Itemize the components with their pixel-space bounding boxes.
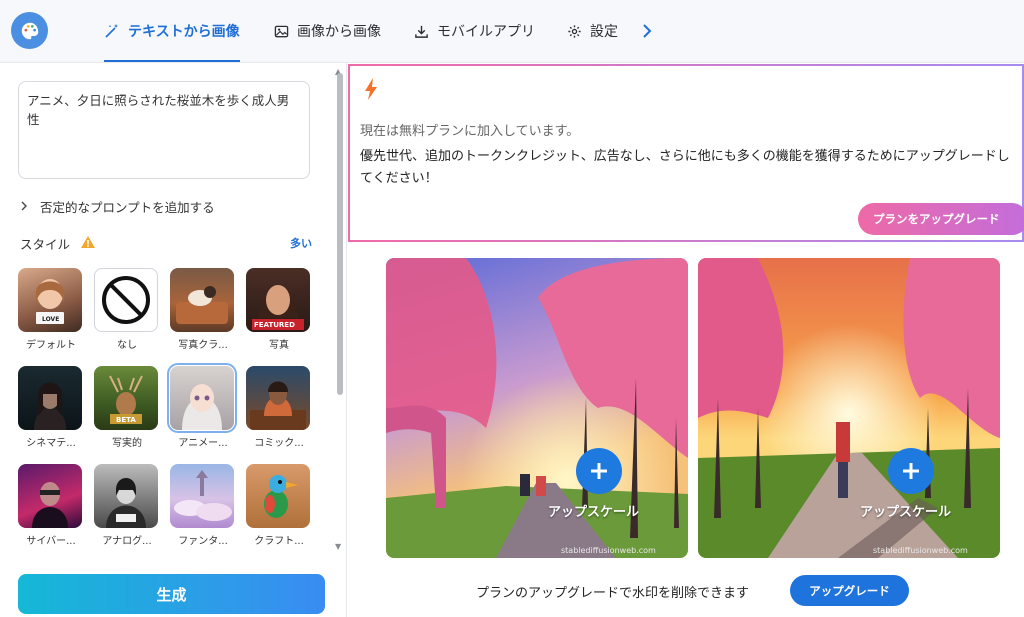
warning-icon[interactable] bbox=[80, 235, 96, 252]
style-badge: LOVE bbox=[42, 316, 60, 323]
style-item-cyberpunk[interactable]: サイバー... bbox=[18, 464, 84, 548]
style-label: クラフト... bbox=[254, 536, 304, 547]
style-item-default[interactable]: LOVE デフォルト bbox=[18, 268, 84, 352]
tab-label: モバイルアプリ bbox=[437, 24, 535, 40]
style-label: シネマテ... bbox=[26, 438, 76, 449]
style-label: コミック... bbox=[254, 438, 304, 449]
style-label: なし bbox=[117, 340, 137, 351]
gear-icon bbox=[567, 24, 582, 39]
style-label: 写実的 bbox=[112, 438, 142, 449]
style-item-photo-classic[interactable]: 写真クラ... bbox=[170, 268, 236, 352]
upgrade-button[interactable]: アップグレード bbox=[790, 575, 909, 606]
upscale-label[interactable]: アップスケール bbox=[548, 501, 639, 520]
lightning-icon bbox=[364, 78, 378, 104]
style-thumb bbox=[18, 366, 82, 430]
style-label: ファンタ... bbox=[178, 536, 228, 547]
result-image-1[interactable]: アップスケール stablediffusionweb.com bbox=[386, 258, 688, 558]
add-negative-prompt-toggle[interactable]: 否定的なプロンプトを追加する bbox=[20, 197, 215, 216]
style-item-cinematic[interactable]: シネマテ... bbox=[18, 366, 84, 450]
style-item-anime[interactable]: アニメー... bbox=[167, 363, 237, 450]
watermark-text: stablediffusionweb.com bbox=[561, 546, 656, 555]
style-thumb bbox=[246, 464, 310, 528]
tab-mobile-app[interactable]: モバイルアプリ bbox=[414, 0, 535, 62]
magic-wand-icon bbox=[104, 23, 120, 39]
prompt-input[interactable]: アニメ、夕日に照らされた桜並木を歩く成人男性 bbox=[18, 81, 310, 179]
plan-status-text: 現在は無料プランに加入しています。 bbox=[360, 124, 580, 139]
style-label: デフォルト bbox=[26, 340, 76, 351]
style-thumb bbox=[170, 268, 234, 332]
style-badge: FEATURED bbox=[254, 321, 295, 329]
style-item-none[interactable]: なし bbox=[94, 268, 160, 352]
palette-logo-icon[interactable] bbox=[11, 12, 48, 49]
style-thumb: BETA bbox=[94, 366, 158, 430]
negative-prompt-label: 否定的なプロンプトを追加する bbox=[40, 200, 215, 215]
chevron-right-icon bbox=[20, 199, 28, 214]
style-item-craft[interactable]: クラフト... bbox=[246, 464, 312, 548]
style-thumb bbox=[167, 363, 237, 433]
style-thumb bbox=[94, 464, 158, 528]
style-thumb bbox=[170, 464, 234, 528]
image-icon bbox=[274, 24, 289, 39]
style-thumb bbox=[94, 268, 158, 332]
watermark-text: stablediffusionweb.com bbox=[873, 546, 968, 555]
style-item-photo[interactable]: FEATURED 写真 bbox=[246, 268, 312, 352]
tab-label: テキストから画像 bbox=[128, 24, 240, 40]
tab-image-to-image[interactable]: 画像から画像 bbox=[274, 0, 381, 62]
style-item-analog[interactable]: アナログ... bbox=[94, 464, 160, 548]
download-icon bbox=[414, 24, 429, 39]
tab-label: 設定 bbox=[590, 24, 618, 40]
style-thumb bbox=[18, 464, 82, 528]
style-item-fantasy[interactable]: ファンタ... bbox=[170, 464, 236, 548]
generate-button[interactable]: 生成 bbox=[18, 574, 325, 614]
style-item-comic[interactable]: コミック... bbox=[246, 366, 312, 450]
tab-settings[interactable]: 設定 bbox=[567, 0, 618, 62]
style-label: アニメー... bbox=[178, 438, 228, 449]
remove-watermark-text: プランのアップグレードで水印を削除できます bbox=[476, 586, 750, 601]
upscale-plus-icon[interactable] bbox=[576, 448, 622, 494]
style-label: 写真クラ... bbox=[178, 340, 228, 351]
style-item-realistic[interactable]: BETA 写実的 bbox=[94, 366, 160, 450]
style-label: アナログ... bbox=[102, 536, 152, 547]
style-badge: BETA bbox=[116, 416, 136, 424]
chevron-right-icon[interactable] bbox=[640, 22, 654, 44]
upgrade-description: 優先世代、追加のトークンクレジット、広告なし、さらに他にも多くの機能を獲得するた… bbox=[360, 149, 1010, 186]
style-label: サイバー... bbox=[26, 536, 76, 547]
scrollbar-thumb[interactable] bbox=[337, 73, 343, 395]
scroll-down-arrow-icon[interactable]: ▼ bbox=[335, 542, 341, 551]
style-thumb: FEATURED bbox=[246, 268, 310, 332]
top-nav: テキストから画像 画像から画像 モバイルアプリ 設定 bbox=[0, 0, 1024, 63]
style-thumb bbox=[246, 366, 310, 430]
style-thumb: LOVE bbox=[18, 268, 82, 332]
upgrade-plan-button[interactable]: プランをアップグレード bbox=[858, 203, 1024, 235]
upgrade-banner: 現在は無料プランに加入しています。 優先世代、追加のトークンクレジット、広告なし… bbox=[348, 64, 1024, 242]
result-image-2[interactable]: アップスケール stablediffusionweb.com bbox=[698, 258, 1000, 558]
tab-label: 画像から画像 bbox=[297, 24, 381, 40]
more-styles-link[interactable]: 多い bbox=[290, 235, 312, 251]
ban-icon bbox=[102, 276, 150, 324]
left-panel: アニメ、夕日に照らされた桜並木を歩く成人男性 否定的なプロンプトを追加する スタ… bbox=[0, 63, 347, 617]
style-label: 写真 bbox=[269, 340, 289, 351]
style-header: スタイル bbox=[20, 234, 96, 253]
style-title: スタイル bbox=[20, 237, 71, 252]
upscale-label[interactable]: アップスケール bbox=[860, 501, 951, 520]
tab-text-to-image[interactable]: テキストから画像 bbox=[104, 0, 240, 62]
upscale-plus-icon[interactable] bbox=[888, 448, 934, 494]
